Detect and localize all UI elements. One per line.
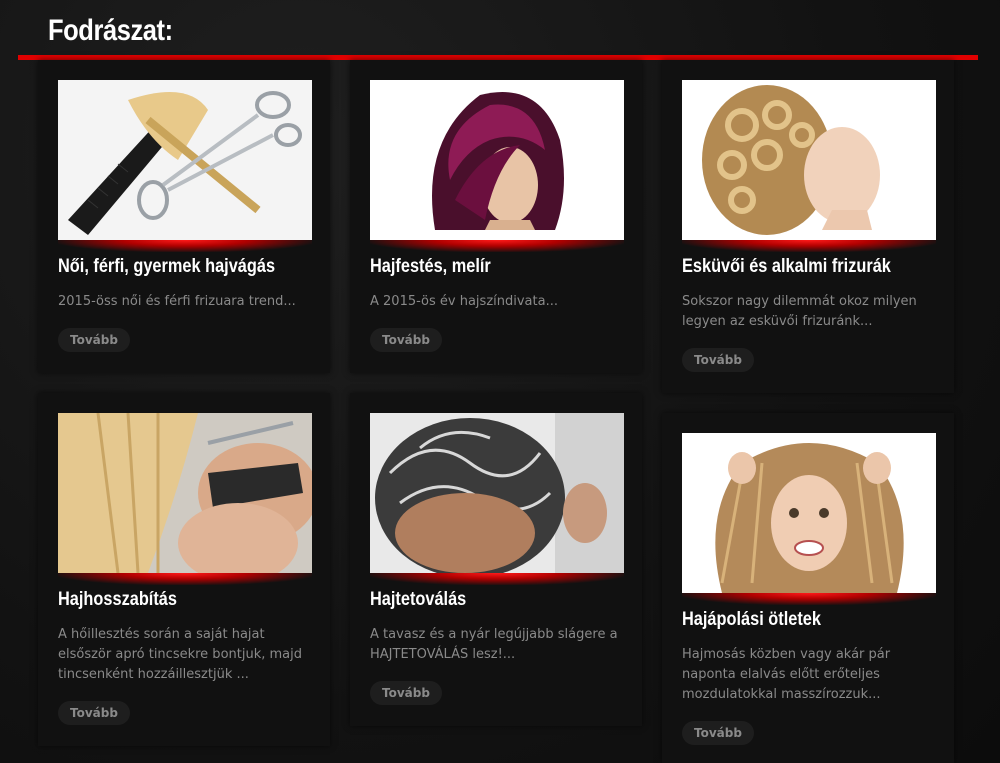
more-button[interactable]: Tovább bbox=[370, 328, 442, 352]
more-button[interactable]: Tovább bbox=[58, 701, 130, 725]
card-title[interactable]: Hajhosszabítás bbox=[58, 589, 177, 611]
card-title[interactable]: Hajtetoválás bbox=[370, 589, 466, 611]
image-accent-line bbox=[682, 240, 936, 252]
image-accent-line bbox=[682, 593, 936, 605]
card-title[interactable]: Hajápolási ötletek bbox=[682, 609, 821, 631]
frustrated-woman-hair-image[interactable] bbox=[682, 433, 936, 593]
hair-extension-image[interactable] bbox=[58, 413, 312, 573]
service-card: Hajfestés, melír A 2015-ös év hajszíndiv… bbox=[350, 60, 642, 373]
service-card: Hajtetoválás A tavasz és a nyár legújjab… bbox=[350, 393, 642, 726]
card-title[interactable]: Hajfestés, melír bbox=[370, 256, 491, 278]
service-card: Hajhosszabítás A hőillesztés során a saj… bbox=[38, 393, 330, 746]
card-description: Sokszor nagy dilemmát okoz milyen legyen… bbox=[682, 294, 917, 329]
card-title[interactable]: Női, férfi, gyermek hajvágás bbox=[58, 256, 275, 278]
page-title: Fodrászat: bbox=[48, 14, 173, 47]
service-card: Női, férfi, gyermek hajvágás 2015-öss nő… bbox=[38, 60, 330, 373]
service-card: Hajápolási ötletek Hajmosás közben vagy … bbox=[662, 413, 954, 763]
purple-hair-woman-image[interactable] bbox=[370, 80, 624, 240]
card-description: 2015-öss női és férfi frizuara trend... bbox=[58, 294, 296, 309]
more-button[interactable]: Tovább bbox=[682, 348, 754, 372]
image-accent-line bbox=[370, 240, 624, 252]
card-description: A tavasz és a nyár legújjabb slágere a H… bbox=[370, 627, 618, 662]
image-accent-line bbox=[370, 573, 624, 585]
image-accent-line bbox=[58, 573, 312, 585]
more-button[interactable]: Tovább bbox=[58, 328, 130, 352]
curly-updo-image[interactable] bbox=[682, 80, 936, 240]
card-description: Hajmosás közben vagy akár pár naponta el… bbox=[682, 647, 891, 702]
service-card: Esküvői és alkalmi frizurák Sokszor nagy… bbox=[662, 60, 954, 393]
scissors-comb-image[interactable] bbox=[58, 80, 312, 240]
hair-tattoo-image[interactable] bbox=[370, 413, 624, 573]
image-accent-line bbox=[58, 240, 312, 252]
card-description: A hőillesztés során a saját hajat elsősz… bbox=[58, 627, 302, 682]
card-title[interactable]: Esküvői és alkalmi frizurák bbox=[682, 256, 891, 278]
more-button[interactable]: Tovább bbox=[682, 721, 754, 745]
card-description: A 2015-ös év hajszíndivata... bbox=[370, 294, 558, 309]
page-header: Fodrászat: bbox=[0, 0, 1000, 60]
more-button[interactable]: Tovább bbox=[370, 681, 442, 705]
